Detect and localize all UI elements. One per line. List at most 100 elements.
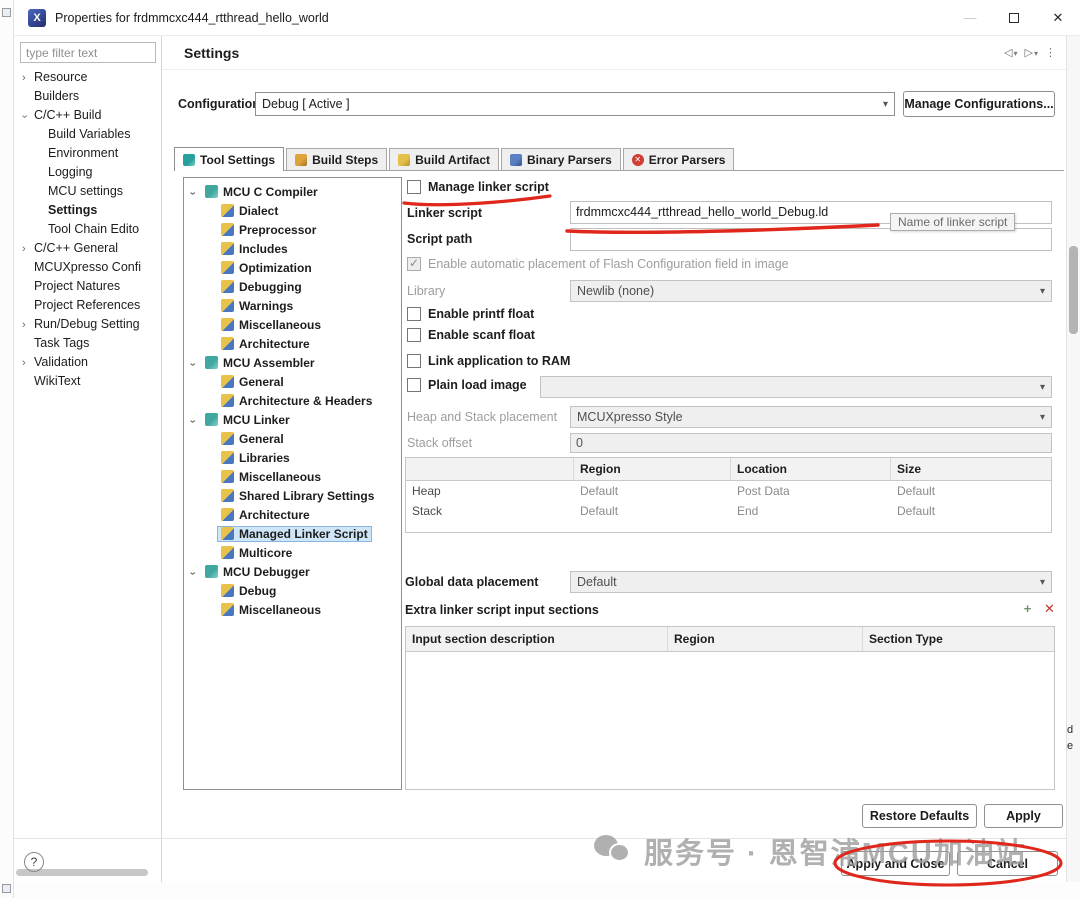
sidebar-item[interactable]: Task Tags xyxy=(14,334,161,353)
tool-tree-item[interactable]: Dialect xyxy=(184,202,401,221)
back-icon[interactable]: ◁▾ xyxy=(1004,46,1017,59)
tool-tree-item[interactable]: Miscellaneous xyxy=(184,601,401,620)
manage-configurations-button[interactable]: Manage Configurations... xyxy=(903,91,1055,117)
close-button[interactable]: ✕ xyxy=(1036,0,1080,35)
sidebar-item[interactable]: Project References xyxy=(14,296,161,315)
link-to-ram-checkbox[interactable] xyxy=(407,354,421,368)
heap-stack-placement-value: MCUXpresso Style xyxy=(577,410,683,424)
tab-tool-settings[interactable]: Tool Settings xyxy=(174,147,285,171)
sidebar-item[interactable]: Tool Chain Edito xyxy=(14,220,161,239)
checkbox-label: Enable scanf float xyxy=(428,328,535,342)
expand-arrow-icon[interactable] xyxy=(190,184,202,203)
tool-tree-item[interactable]: MCU Linker xyxy=(184,411,401,430)
apply-and-close-button[interactable]: Apply and Close xyxy=(841,851,950,876)
tab-binary-parsers[interactable]: Binary Parsers xyxy=(501,148,621,170)
vertical-scrollbar[interactable] xyxy=(1066,36,1080,882)
printf-float-checkbox[interactable] xyxy=(407,307,421,321)
table-row[interactable]: Heap Default Post Data Default xyxy=(406,481,1051,501)
sidebar-item[interactable]: Resource xyxy=(14,68,161,87)
table-row[interactable]: Stack Default End Default xyxy=(406,501,1051,521)
sidebar-item[interactable]: Build Variables xyxy=(14,125,161,144)
script-path-input[interactable] xyxy=(570,228,1052,251)
tool-tree-item[interactable]: MCU Debugger xyxy=(184,563,401,582)
tool-tree-item[interactable]: MCU C Compiler xyxy=(184,183,401,202)
flash-config-checkbox[interactable] xyxy=(407,256,421,271)
sidebar-item[interactable]: Project Natures xyxy=(14,277,161,296)
forward-icon[interactable]: ▷▾ xyxy=(1025,46,1038,59)
sidebar-item[interactable]: C/C++ Build xyxy=(14,106,161,125)
restore-defaults-button[interactable]: Restore Defaults xyxy=(862,804,977,828)
tab-error-parsers[interactable]: Error Parsers xyxy=(622,148,735,170)
tool-tree-item[interactable]: Multicore xyxy=(184,544,401,563)
plain-load-image-combo[interactable]: ▾ xyxy=(540,376,1052,398)
linker-script-tooltip: Name of linker script xyxy=(890,213,1016,231)
sidebar-item[interactable]: Environment xyxy=(14,144,161,163)
global-data-placement-combo[interactable]: Default ▾ xyxy=(570,571,1052,593)
heap-stack-placement-combo[interactable]: MCUXpresso Style ▾ xyxy=(570,406,1052,428)
tool-tree-item[interactable]: Debugging xyxy=(184,278,401,297)
tool-tree-item[interactable]: General xyxy=(184,373,401,392)
link-to-ram-row: Link application to RAM xyxy=(407,354,570,368)
tool-tree-item[interactable]: Architecture xyxy=(184,506,401,525)
expand-arrow-icon[interactable] xyxy=(22,69,34,87)
plain-load-image-checkbox[interactable] xyxy=(407,378,421,392)
tool-tree-item[interactable]: Libraries xyxy=(184,449,401,468)
sidebar-item[interactable]: Validation xyxy=(14,353,161,372)
tool-tree-item[interactable]: Architecture & Headers xyxy=(184,392,401,411)
tool-tree-item[interactable]: Shared Library Settings xyxy=(184,487,401,506)
scrollbar-thumb[interactable] xyxy=(1069,246,1078,334)
expand-arrow-icon[interactable] xyxy=(22,354,34,372)
sidebar-item-settings[interactable]: Settings xyxy=(14,201,161,220)
scanf-float-checkbox[interactable] xyxy=(407,328,421,342)
expand-arrow-icon[interactable] xyxy=(22,107,34,125)
tool-category-icon xyxy=(221,432,234,445)
stack-offset-input[interactable]: 0 xyxy=(570,433,1052,453)
tool-tree-item[interactable]: MCU Assembler xyxy=(184,354,401,373)
sidebar-item[interactable]: WikiText xyxy=(14,372,161,391)
cancel-button[interactable]: Cancel xyxy=(957,851,1058,876)
tab-build-steps[interactable]: Build Steps xyxy=(286,148,388,170)
expand-arrow-icon[interactable] xyxy=(190,355,202,374)
library-combo[interactable]: Newlib (none) ▾ xyxy=(570,280,1052,302)
tool-tree-item[interactable]: Preprocessor xyxy=(184,221,401,240)
tool-category-icon xyxy=(221,470,234,483)
help-button[interactable]: ? xyxy=(24,852,44,872)
tool-tree-item[interactable]: Includes xyxy=(184,240,401,259)
restore-view-icon[interactable] xyxy=(2,8,11,17)
tab-build-artifact[interactable]: Build Artifact xyxy=(389,148,500,170)
tool-tree-item[interactable]: Optimization xyxy=(184,259,401,278)
sidebar-item[interactable]: Builders xyxy=(14,87,161,106)
minimize-button[interactable]: — xyxy=(948,0,992,35)
tool-tree-item-managed-linker-script[interactable]: Managed Linker Script xyxy=(184,525,401,544)
minimized-view-icon[interactable] xyxy=(2,884,11,893)
tool-tree-item[interactable]: Architecture xyxy=(184,335,401,354)
apply-button[interactable]: Apply xyxy=(984,804,1063,828)
add-section-icon[interactable]: + xyxy=(1020,601,1035,616)
manage-linker-script-checkbox[interactable] xyxy=(407,180,421,194)
configuration-combo[interactable]: Debug [ Active ] ▾ xyxy=(255,92,895,116)
sidebar-item[interactable]: Logging xyxy=(14,163,161,182)
delete-section-icon[interactable]: ✕ xyxy=(1042,601,1057,616)
tool-tree-item[interactable]: Miscellaneous xyxy=(184,468,401,487)
tool-tree-item[interactable]: General xyxy=(184,430,401,449)
tool-category-icon xyxy=(221,527,234,540)
sidebar-item[interactable]: MCUXpresso Confi xyxy=(14,258,161,277)
view-menu-icon[interactable]: ⋮ xyxy=(1045,46,1056,59)
tool-tree-item[interactable]: Debug xyxy=(184,582,401,601)
maximize-button[interactable] xyxy=(992,0,1036,35)
expand-arrow-icon[interactable] xyxy=(22,240,34,258)
tab-icon xyxy=(398,153,411,166)
sidebar-item[interactable]: C/C++ General xyxy=(14,239,161,258)
column-header: Location xyxy=(731,458,891,480)
expand-arrow-icon[interactable] xyxy=(22,316,34,334)
tool-category-icon xyxy=(221,603,234,616)
tool-tree-item[interactable]: Warnings xyxy=(184,297,401,316)
expand-arrow-icon[interactable] xyxy=(190,564,202,583)
tool-tree-item[interactable]: Miscellaneous xyxy=(184,316,401,335)
filter-input[interactable] xyxy=(20,42,156,63)
sidebar-item[interactable]: Run/Debug Setting xyxy=(14,315,161,334)
chevron-down-icon: ▾ xyxy=(1039,411,1045,423)
tool-category-icon xyxy=(221,204,234,217)
expand-arrow-icon[interactable] xyxy=(190,412,202,431)
sidebar-item[interactable]: MCU settings xyxy=(14,182,161,201)
